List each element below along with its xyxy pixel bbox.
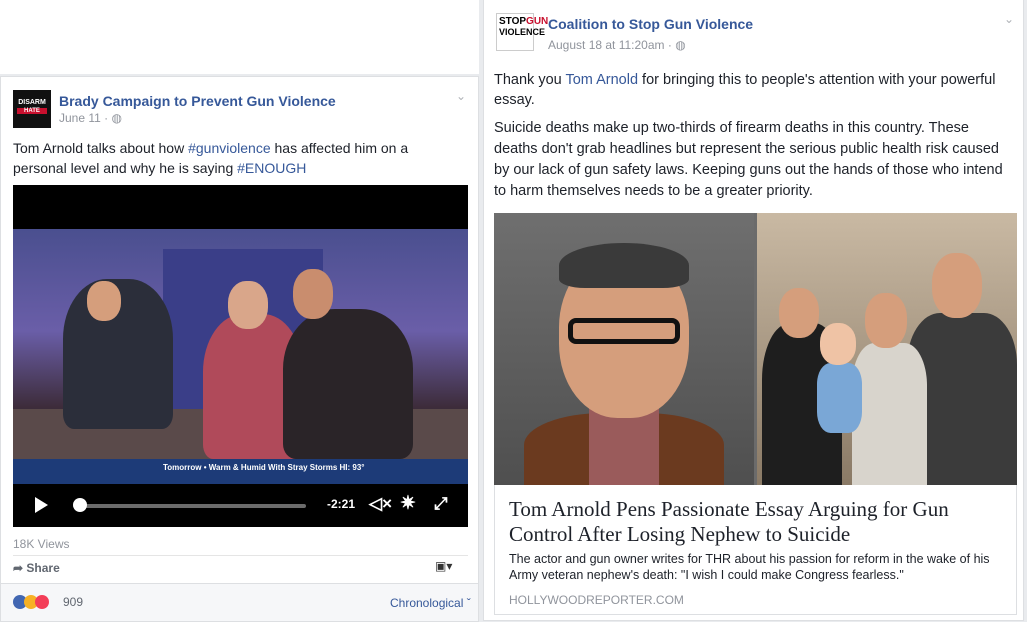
post-date-link[interactable]: August 18 at 11:20am [548, 38, 665, 52]
reaction-icons[interactable] [13, 595, 49, 614]
guest-face [293, 269, 333, 319]
globe-icon: · ◍ [104, 111, 122, 125]
divider [13, 555, 468, 556]
post-date-link[interactable]: June 11 [59, 111, 101, 125]
share-arrow-icon: ➦ [13, 561, 27, 575]
post-paragraph: Thank you Tom Arnold for bringing this t… [494, 70, 1009, 110]
avatar-text: VIOLENCE [499, 27, 546, 37]
top-blank-area [0, 0, 479, 74]
link-title[interactable]: Tom Arnold Pens Passionate Essay Arguing… [509, 497, 1004, 547]
brady-post-card: DISARM HATE Brady Campaign to Prevent Gu… [0, 76, 479, 622]
anchor-face [87, 281, 121, 321]
page-name-link[interactable]: Coalition to Stop Gun Violence [548, 16, 753, 32]
progress-track[interactable] [73, 504, 306, 508]
mute-icon[interactable]: ◁× [369, 494, 392, 514]
link-domain: HOLLYWOODREPORTER.COM [509, 593, 684, 607]
post-text: Tom Arnold talks about how #gunviolence … [13, 138, 463, 178]
portrait-photo [494, 213, 754, 485]
reaction-count[interactable]: 909 [63, 595, 83, 609]
globe-icon: · ◍ [667, 38, 686, 52]
post-date: June 11 · ◍ [59, 111, 122, 125]
share-label: Share [26, 561, 60, 575]
comment-sort-dropdown[interactable]: Chronological ˇ [390, 596, 471, 610]
audience-selector-icon[interactable]: ▣▾ [435, 559, 452, 573]
post-text-part: Tom Arnold talks about how [13, 140, 189, 156]
post-text-part: Thank you [494, 72, 566, 88]
avatar-bar-text: HATE [17, 108, 47, 114]
family-photo [757, 213, 1017, 485]
glasses-shape [568, 318, 680, 344]
csgv-post-card: STOPGUN VIOLENCE Coalition to Stop Gun V… [483, 0, 1024, 621]
post-paragraph: Suicide deaths make up two-thirds of fir… [494, 120, 1003, 199]
link-description: The actor and gun owner writes for THR a… [509, 552, 990, 582]
view-count: 18K Views [13, 537, 70, 551]
news-ticker-text: Tomorrow • Warm & Humid With Stray Storm… [163, 463, 365, 472]
mention-link[interactable]: Tom Arnold [565, 72, 638, 88]
progress-knob[interactable] [72, 498, 87, 512]
page-name-link[interactable]: Brady Campaign to Prevent Gun Violence [59, 93, 336, 109]
guest-figure [283, 309, 413, 459]
fullscreen-icon[interactable]: ⤢ [434, 494, 448, 514]
cohost-face [228, 281, 268, 329]
share-button[interactable]: ➦ Share [13, 561, 60, 575]
csgv-avatar[interactable]: STOPGUN VIOLENCE [496, 13, 548, 51]
avatar-text: STOP [499, 16, 527, 27]
time-remaining: -2:21 [327, 497, 356, 511]
video-frame: Tomorrow • Warm & Humid With Stray Storm… [13, 229, 468, 484]
hashtag-link[interactable]: #gunviolence [188, 140, 271, 156]
avatar-text: DISARM [18, 99, 46, 106]
link-preview-box[interactable]: Tom Arnold Pens Passionate Essay Arguing… [494, 485, 1017, 615]
post-options-chevron-icon[interactable]: ⌄ [1004, 12, 1014, 26]
post-date: August 18 at 11:20am · ◍ [548, 38, 686, 52]
link-preview-image[interactable] [494, 213, 1017, 485]
video-controls: -2:21 ◁× ✷ ⤢ [13, 484, 468, 527]
post-options-chevron-icon[interactable]: ⌄ [456, 89, 466, 103]
avatar-text-accent: GUN [526, 16, 549, 27]
settings-gear-icon[interactable]: ✷ [400, 492, 416, 515]
hashtag-link[interactable]: #ENOUGH [237, 160, 306, 176]
brady-avatar[interactable]: DISARM HATE [13, 90, 51, 128]
play-icon[interactable] [35, 497, 48, 513]
video-player[interactable]: Tomorrow • Warm & Humid With Stray Storm… [13, 185, 468, 527]
